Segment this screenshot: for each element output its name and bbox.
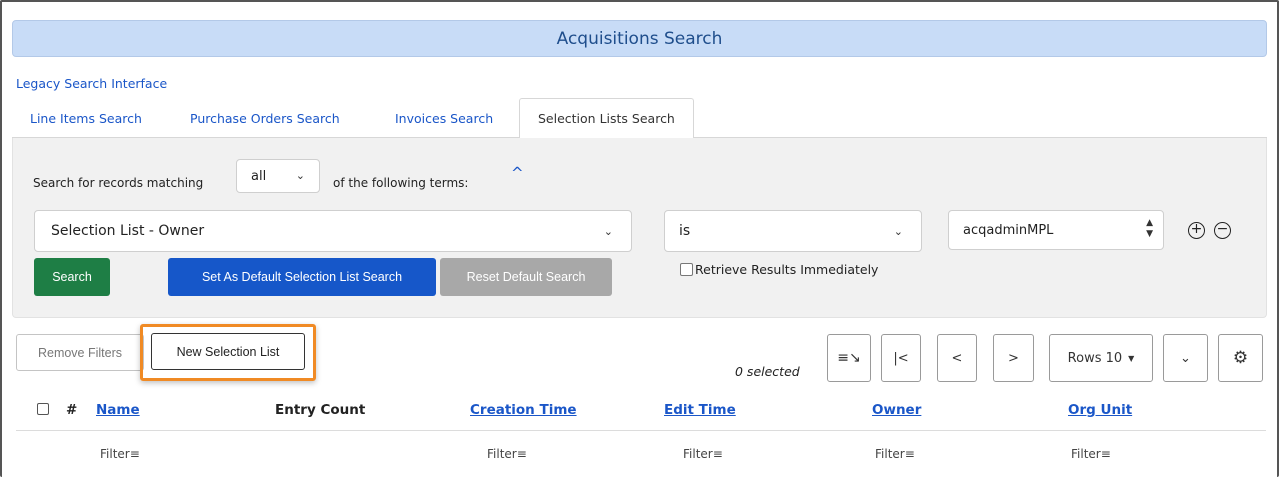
column-header-index: # bbox=[66, 402, 78, 418]
retrieve-immediately-label: Retrieve Results Immediately bbox=[695, 262, 879, 277]
filter-icon: ≡ bbox=[904, 447, 915, 461]
expand-rows-button[interactable]: ⌄ bbox=[1163, 334, 1208, 382]
plus-circle-icon[interactable]: + bbox=[1188, 222, 1205, 239]
search-term-value: acqadminMPL bbox=[963, 222, 1054, 238]
match-suffix-label: of the following terms: bbox=[333, 176, 469, 190]
chevron-down-icon: ⌄ bbox=[1180, 350, 1191, 366]
search-field-value: Selection List - Owner bbox=[51, 223, 205, 239]
chevron-down-icon: ⌄ bbox=[893, 225, 903, 238]
header-divider bbox=[16, 430, 1266, 431]
column-header-creation-time[interactable]: Creation Time bbox=[470, 402, 577, 418]
first-page-button[interactable]: |< bbox=[881, 334, 921, 382]
search-term-input[interactable]: acqadminMPL ▲ ▼ bbox=[948, 210, 1164, 250]
tab-line-items[interactable]: Line Items Search bbox=[12, 98, 160, 138]
filter-icon: ≡ bbox=[516, 447, 527, 461]
filter-icon: ≡ bbox=[129, 447, 140, 461]
column-header-name[interactable]: Name bbox=[96, 402, 140, 418]
filter-label: Filter bbox=[100, 447, 130, 461]
minus-circle-icon[interactable]: − bbox=[1214, 222, 1231, 239]
rows-per-page-label: Rows 10 bbox=[1067, 350, 1123, 366]
operator-value: is bbox=[679, 223, 691, 239]
chevron-right-icon: > bbox=[1008, 350, 1019, 366]
page-title: Acquisitions Search bbox=[12, 20, 1267, 57]
column-header-org-unit[interactable]: Org Unit bbox=[1068, 402, 1132, 418]
collapse-caret-icon[interactable]: ^ bbox=[511, 164, 524, 182]
filter-owner[interactable]: Filter≡ bbox=[875, 447, 915, 461]
gear-icon: ⚙ bbox=[1232, 348, 1249, 368]
search-tabs: Line Items Search Purchase Orders Search… bbox=[12, 98, 1267, 139]
filter-name[interactable]: Filter≡ bbox=[100, 447, 140, 461]
tab-selection-lists[interactable]: Selection Lists Search bbox=[519, 98, 694, 139]
match-select-value: all bbox=[251, 168, 267, 184]
next-page-button[interactable]: > bbox=[993, 334, 1034, 382]
column-header-entry-count: Entry Count bbox=[275, 402, 366, 418]
reset-default-search-button[interactable]: Reset Default Search bbox=[440, 258, 612, 296]
search-panel: Search for records matching all ⌄ of the… bbox=[12, 138, 1267, 318]
grid-settings-button[interactable]: ⚙ bbox=[1218, 334, 1263, 382]
filter-label: Filter bbox=[1071, 447, 1101, 461]
search-field-select[interactable]: Selection List - Owner ⌄ bbox=[34, 210, 632, 252]
caret-down-icon: ▼ bbox=[1128, 353, 1135, 363]
first-page-icon: |< bbox=[893, 350, 909, 366]
chevron-down-icon: ⌄ bbox=[603, 225, 613, 238]
new-selection-list-button[interactable]: New Selection List bbox=[151, 333, 305, 370]
search-button[interactable]: Search bbox=[34, 258, 110, 296]
tab-purchase-orders[interactable]: Purchase Orders Search bbox=[172, 98, 358, 138]
filter-label: Filter bbox=[683, 447, 713, 461]
chevron-left-icon: < bbox=[951, 350, 963, 366]
tab-invoices[interactable]: Invoices Search bbox=[377, 98, 511, 138]
legacy-search-link[interactable]: Legacy Search Interface bbox=[16, 76, 167, 91]
match-prefix-label: Search for records matching bbox=[33, 176, 204, 190]
filter-icon: ≡ bbox=[712, 447, 723, 461]
set-default-search-button[interactable]: Set As Default Selection List Search bbox=[168, 258, 436, 296]
filter-icon: ≡ bbox=[1100, 447, 1111, 461]
filter-label: Filter bbox=[875, 447, 905, 461]
retrieve-immediately-checkbox[interactable] bbox=[680, 263, 693, 276]
filter-label: Filter bbox=[487, 447, 517, 461]
retrieve-immediately-option[interactable]: Retrieve Results Immediately bbox=[680, 262, 878, 277]
spinner-arrows-icon[interactable]: ▲ ▼ bbox=[1146, 218, 1153, 240]
filter-creation-time[interactable]: Filter≡ bbox=[487, 447, 527, 461]
filter-org-unit[interactable]: Filter≡ bbox=[1071, 447, 1111, 461]
row-actions-button[interactable]: ≡↘ bbox=[827, 334, 871, 382]
selected-count: 0 selected bbox=[735, 364, 800, 379]
operator-select[interactable]: is ⌄ bbox=[664, 210, 922, 252]
previous-page-button[interactable]: < bbox=[937, 334, 977, 382]
column-header-edit-time[interactable]: Edit Time bbox=[664, 402, 736, 418]
select-all-checkbox[interactable] bbox=[37, 403, 49, 415]
filter-edit-time[interactable]: Filter≡ bbox=[683, 447, 723, 461]
remove-filters-button[interactable]: Remove Filters bbox=[16, 334, 144, 371]
rows-per-page-dropdown[interactable]: Rows 10 ▼ bbox=[1049, 334, 1153, 382]
match-select[interactable]: all ⌄ bbox=[236, 159, 320, 193]
list-check-icon: ≡↘ bbox=[837, 350, 861, 366]
column-header-owner[interactable]: Owner bbox=[872, 402, 921, 418]
chevron-down-icon: ⌄ bbox=[295, 169, 305, 182]
